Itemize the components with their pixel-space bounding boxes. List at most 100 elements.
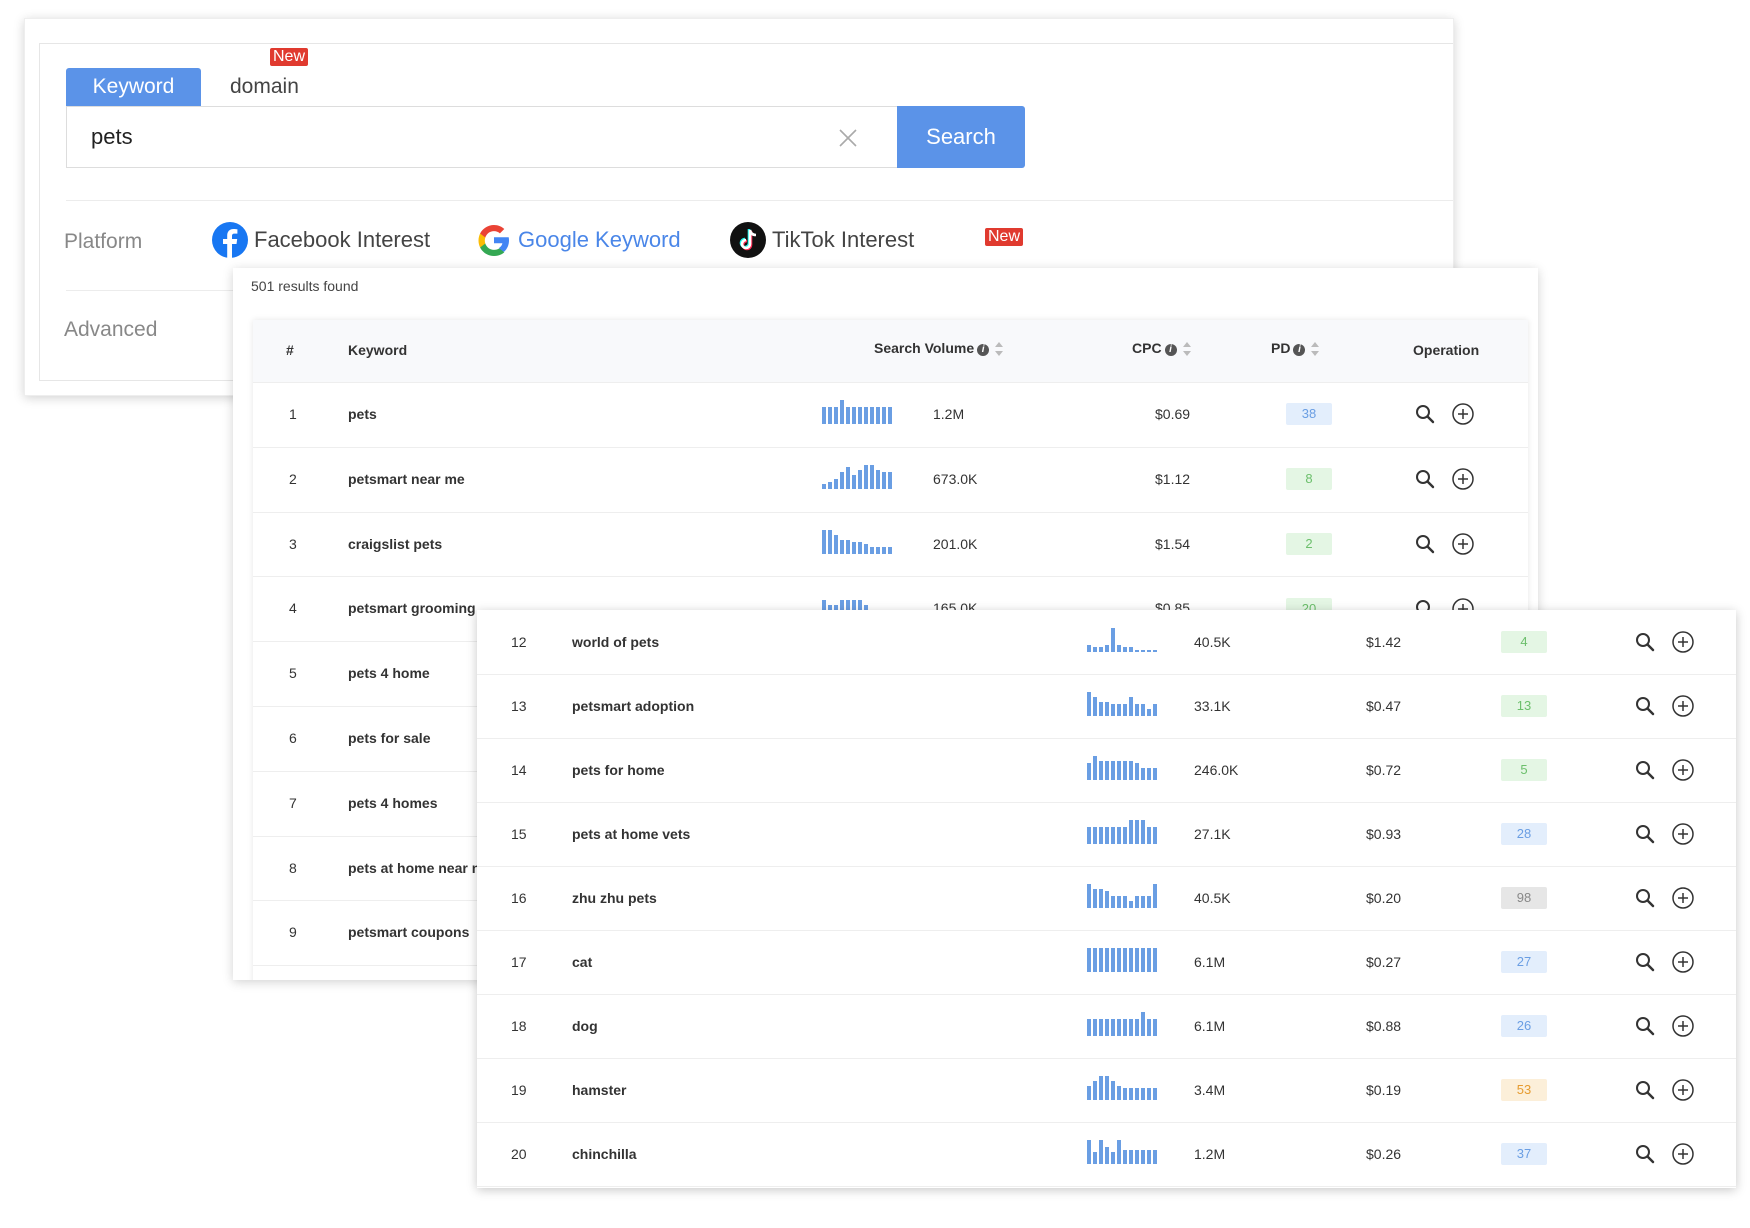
keyword-cell[interactable]: pets <box>348 382 377 446</box>
pd-badge: 28 <box>1501 823 1547 845</box>
trend-bar <box>864 407 868 425</box>
search-icon[interactable] <box>1633 950 1657 974</box>
platform-google[interactable]: Google Keyword <box>476 222 681 258</box>
keyword-cell[interactable]: pets at home near n <box>348 836 480 900</box>
search-icon[interactable] <box>1633 1014 1657 1038</box>
sort-icon[interactable] <box>995 342 1004 356</box>
search-icon[interactable] <box>1633 694 1657 718</box>
search-icon[interactable] <box>1633 886 1657 910</box>
sort-icon[interactable] <box>1182 342 1191 356</box>
trend-bar <box>1123 704 1127 716</box>
trend-bar <box>858 407 862 425</box>
sort-icon[interactable] <box>1311 342 1320 356</box>
keyword-cell[interactable]: petsmart near me <box>348 447 465 511</box>
keyword-cell[interactable]: dog <box>572 994 598 1058</box>
info-icon[interactable]: i <box>977 344 990 356</box>
keyword-cell[interactable]: petsmart adoption <box>572 674 694 738</box>
keyword-cell[interactable]: pets 4 home <box>348 641 430 705</box>
trend-bar <box>1093 948 1097 972</box>
add-icon[interactable] <box>1671 1142 1695 1166</box>
add-icon[interactable] <box>1451 532 1475 556</box>
search-input[interactable]: pets <box>66 106 898 168</box>
add-icon[interactable] <box>1451 467 1475 491</box>
keyword-cell[interactable]: chinchilla <box>572 1122 637 1186</box>
trend-sparkline <box>1087 820 1157 844</box>
add-icon[interactable] <box>1671 630 1695 654</box>
trend-bar <box>1123 896 1127 908</box>
keyword-cell[interactable]: petsmart coupons <box>348 900 469 964</box>
trend-bar <box>1135 948 1139 972</box>
trend-sparkline <box>822 529 892 554</box>
keyword-cell[interactable]: pets for sale <box>348 706 430 770</box>
new-badge-tiktok: New <box>985 228 1024 246</box>
trend-bar <box>840 472 844 490</box>
keyword-cell[interactable]: pets for home <box>572 738 665 802</box>
search-volume: 201.0K <box>933 535 978 552</box>
trend-bar <box>1129 1150 1133 1164</box>
tab-keyword[interactable]: Keyword <box>66 68 201 106</box>
keyword-cell[interactable]: pets at home vets <box>572 802 690 866</box>
platform-facebook-label: Facebook Interest <box>254 227 431 252</box>
trend-bar <box>834 407 838 425</box>
search-icon[interactable] <box>1633 822 1657 846</box>
platform-facebook[interactable]: Facebook Interest <box>212 222 430 258</box>
add-icon[interactable] <box>1671 1014 1695 1038</box>
search-icon[interactable] <box>1413 532 1437 556</box>
trend-bar <box>828 482 832 490</box>
info-icon[interactable]: i <box>1164 344 1177 356</box>
search-volume: 6.1M <box>1194 1018 1226 1034</box>
clear-icon[interactable] <box>837 127 859 149</box>
search-icon[interactable] <box>1633 1078 1657 1102</box>
keyword-cell[interactable]: hamster <box>572 1058 626 1122</box>
trend-bar <box>1123 1019 1127 1036</box>
trend-bar <box>1111 704 1115 716</box>
search-button[interactable]: Search <box>897 106 1025 168</box>
search-icon[interactable] <box>1413 467 1437 491</box>
trend-bar <box>1105 827 1109 844</box>
add-icon[interactable] <box>1451 402 1475 426</box>
platform-tiktok[interactable]: TikTok Interest <box>730 222 914 258</box>
trend-bar <box>1135 1088 1139 1100</box>
trend-bar <box>1111 1019 1115 1036</box>
trend-bar <box>846 467 850 490</box>
trend-bar <box>1147 1088 1151 1100</box>
tab-domain[interactable]: domain <box>206 68 323 106</box>
column-header-search-volume[interactable]: Search Volume i <box>874 340 1004 356</box>
trend-bar <box>882 472 886 490</box>
trend-sparkline <box>1087 1076 1157 1100</box>
keyword-cell[interactable]: pets 4 homes <box>348 771 437 835</box>
column-header-cpc[interactable]: CPC i <box>1132 340 1191 356</box>
keyword-cell[interactable]: zhu zhu pets <box>572 866 657 930</box>
search-icon[interactable] <box>1633 1142 1657 1166</box>
trend-bar <box>1093 647 1097 652</box>
trend-sparkline <box>822 400 892 425</box>
add-icon[interactable] <box>1671 950 1695 974</box>
search-volume: 1.2M <box>933 406 965 422</box>
trend-bar <box>1099 702 1103 716</box>
trend-bar <box>840 539 844 554</box>
add-icon[interactable] <box>1671 1078 1695 1102</box>
trend-bar <box>1117 827 1121 844</box>
trend-bar <box>822 407 826 425</box>
search-volume: 673.0K <box>933 470 978 487</box>
search-icon[interactable] <box>1633 630 1657 654</box>
cpc-value: $0.19 <box>1366 1082 1402 1098</box>
search-icon[interactable] <box>1413 402 1437 426</box>
table-row: 19 hamster 3.4M $0.19 53 <box>477 1058 1736 1123</box>
search-icon[interactable] <box>1633 758 1657 782</box>
keyword-cell[interactable]: cat <box>572 930 592 994</box>
add-icon[interactable] <box>1671 822 1695 846</box>
column-header-pd[interactable]: PD i <box>1271 340 1320 356</box>
info-icon[interactable]: i <box>1293 344 1306 356</box>
trend-bar <box>1111 1152 1115 1164</box>
add-icon[interactable] <box>1671 758 1695 782</box>
trend-bar <box>1123 761 1127 780</box>
add-icon[interactable] <box>1671 694 1695 718</box>
add-icon[interactable] <box>1671 886 1695 910</box>
keyword-cell[interactable]: craigslist pets <box>348 512 442 576</box>
trend-bar <box>822 529 826 554</box>
trend-bar <box>1135 1150 1139 1164</box>
keyword-cell[interactable]: world of pets <box>572 610 659 674</box>
trend-bar <box>1147 650 1151 652</box>
keyword-cell[interactable]: petsmart grooming <box>348 576 476 640</box>
